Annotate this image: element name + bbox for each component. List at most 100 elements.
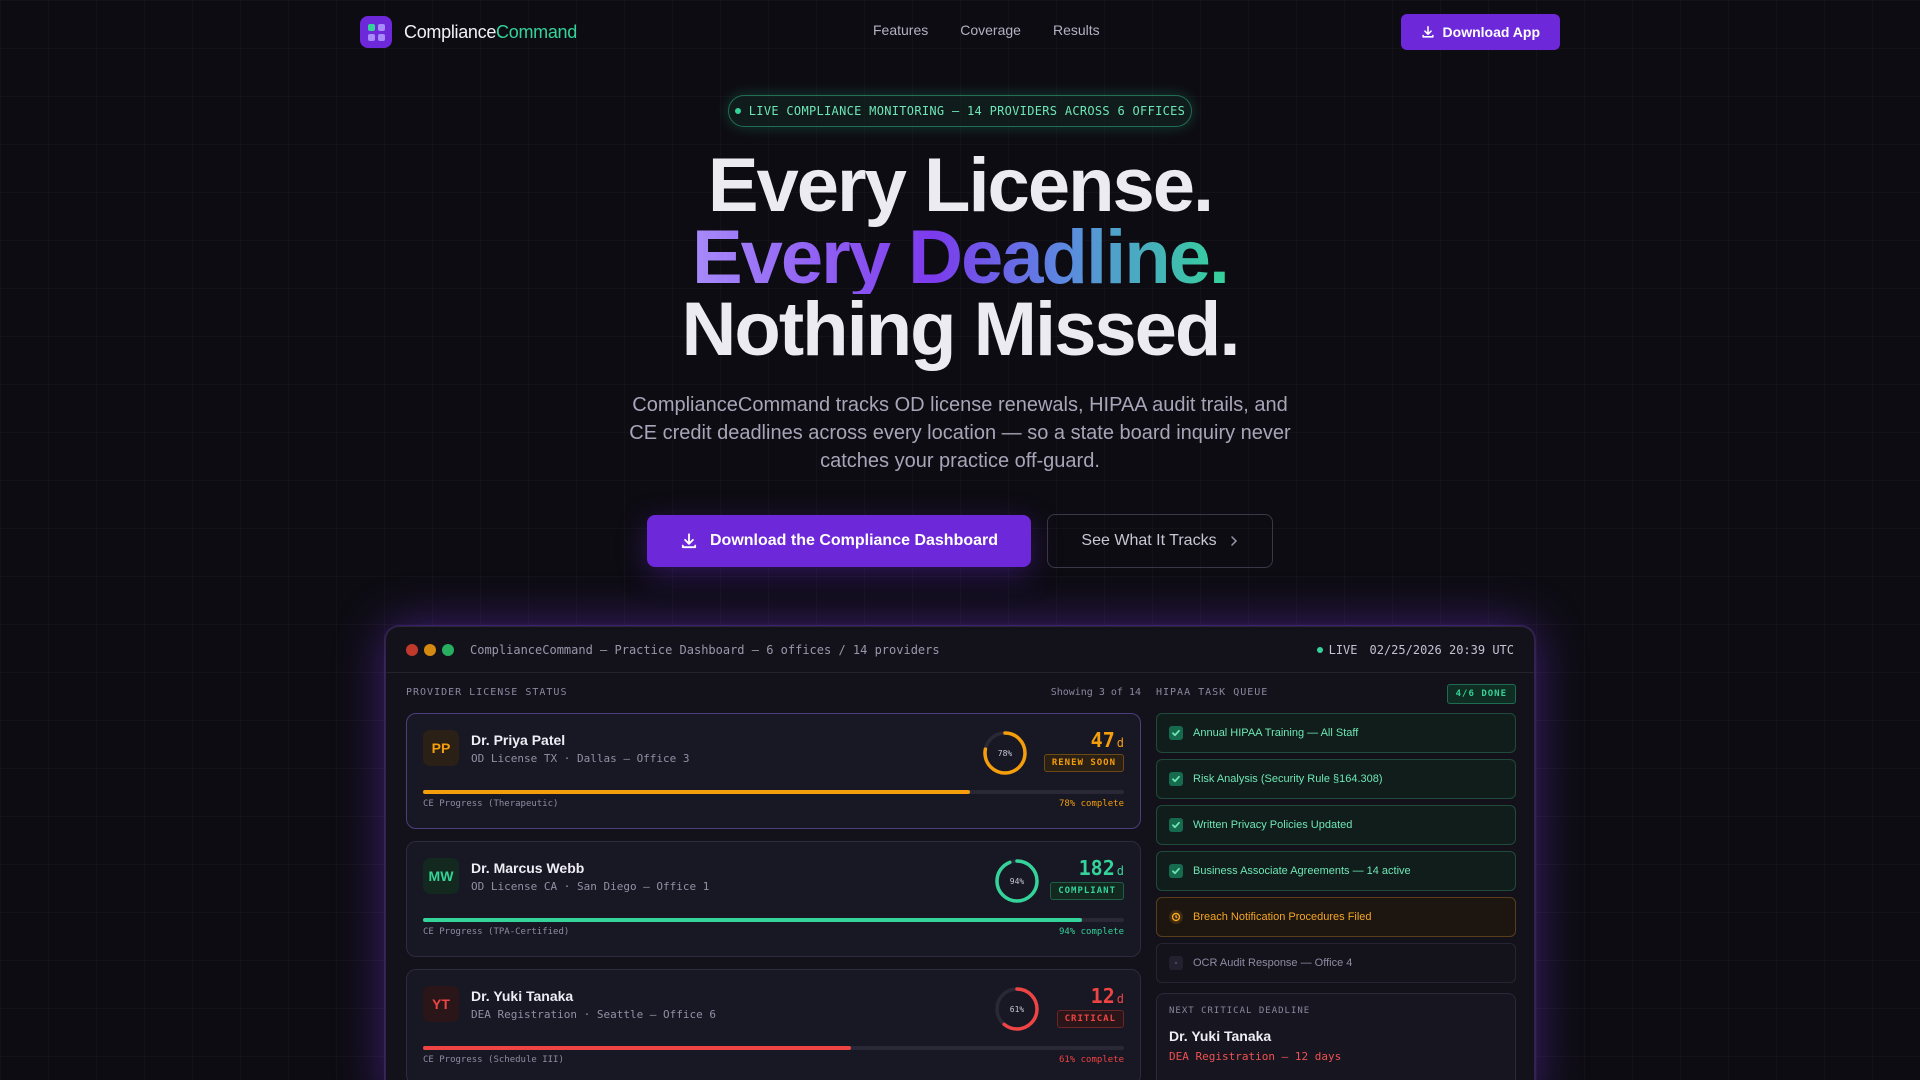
download-dashboard-button[interactable]: Download the Compliance Dashboard bbox=[647, 515, 1031, 567]
hipaa-section-header: HIPAA TASK QUEUE 4/6 DONE bbox=[1156, 684, 1516, 704]
download-icon bbox=[1421, 25, 1434, 38]
hipaa-task[interactable]: Business Associate Agreements — 14 activ… bbox=[1156, 851, 1516, 891]
provider-card[interactable]: MW Dr. Marcus Webb OD License CA · San Die… bbox=[406, 841, 1141, 957]
headline-line-1: Every License. bbox=[707, 143, 1214, 228]
ring-label: 78% bbox=[998, 749, 1013, 758]
progress-ring: 61% bbox=[995, 987, 1039, 1031]
task-label: Business Associate Agreements — 14 activ… bbox=[1193, 865, 1411, 877]
checkbox-checked-icon[interactable] bbox=[1169, 818, 1183, 832]
checkbox-checked-icon[interactable] bbox=[1169, 864, 1183, 878]
days-remaining: 182 d bbox=[1078, 856, 1124, 880]
logo-icon bbox=[360, 16, 392, 48]
maximize-dot-icon[interactable] bbox=[442, 643, 454, 656]
live-label: LIVE bbox=[1328, 642, 1358, 657]
live-dot-icon bbox=[734, 108, 741, 114]
dashboard-titlebar: ComplianceCommand — Practice Dashboard —… bbox=[386, 627, 1534, 673]
task-label: Annual HIPAA Training — All Staff bbox=[1193, 727, 1359, 739]
avatar: MW bbox=[423, 858, 459, 894]
download-dashboard-label: Download the Compliance Dashboard bbox=[709, 532, 999, 549]
task-label: OCR Audit Response — Office 4 bbox=[1193, 957, 1353, 969]
checkbox-checked-icon[interactable] bbox=[1169, 726, 1183, 740]
hipaa-task[interactable]: OCR Audit Response — Office 4 bbox=[1156, 943, 1516, 983]
checkbox-checked-icon[interactable] bbox=[1169, 772, 1183, 786]
ce-progress-bar bbox=[423, 918, 1124, 922]
days-remaining: 12 d bbox=[1090, 984, 1124, 1008]
next-deadline-label: NEXT CRITICAL DEADLINE bbox=[1169, 1006, 1311, 1016]
dashboard-preview: ComplianceCommand — Practice Dashboard —… bbox=[385, 626, 1535, 1080]
brand-name: ComplianceCommand bbox=[404, 21, 577, 42]
hipaa-task[interactable]: Risk Analysis (Security Rule §164.308) bbox=[1156, 759, 1516, 799]
pill-text: LIVE COMPLIANCE MONITORING — 14 PROVIDER… bbox=[748, 104, 1186, 118]
headline-line-3: Nothing Missed. bbox=[681, 287, 1241, 372]
ce-progress-percent: 94% complete bbox=[1058, 927, 1124, 937]
status-badge: CRITICAL bbox=[1056, 1010, 1124, 1028]
timestamp: 02/25/2026 20:39 UTC bbox=[1369, 642, 1515, 657]
progress-ring: 78% bbox=[983, 731, 1027, 775]
dashboard-title: ComplianceCommand — Practice Dashboard —… bbox=[470, 642, 940, 657]
download-app-label: Download App bbox=[1442, 24, 1540, 40]
provider-section-header: PROVIDER LICENSE STATUS Showing 3 of 14 bbox=[406, 687, 1141, 701]
provider-license-info: OD License CA · San Diego — Office 1 bbox=[471, 880, 710, 893]
see-what-it-tracks-button[interactable]: See What It Tracks bbox=[1047, 514, 1273, 568]
ce-progress-label: CE Progress (Therapeutic) bbox=[423, 799, 559, 809]
clock-warning-icon[interactable] bbox=[1169, 910, 1183, 924]
provider-license-info: DEA Registration · Seattle — Office 6 bbox=[471, 1008, 717, 1021]
status-badge: RENEW SOON bbox=[1043, 754, 1124, 772]
task-label: Breach Notification Procedures Filed bbox=[1193, 911, 1372, 923]
hipaa-task[interactable]: Breach Notification Procedures Filed bbox=[1156, 897, 1516, 937]
hipaa-task-panel: HIPAA TASK QUEUE 4/6 DONE Annual HIPAA T… bbox=[1156, 684, 1516, 1080]
provider-name: Dr. Yuki Tanaka bbox=[471, 988, 574, 1004]
ring-label: 61% bbox=[1010, 1005, 1025, 1014]
status-badge: COMPLIANT bbox=[1050, 882, 1124, 900]
hipaa-task[interactable]: Annual HIPAA Training — All Staff bbox=[1156, 713, 1516, 753]
checkbox-empty-icon[interactable] bbox=[1169, 956, 1183, 970]
avatar: YT bbox=[423, 986, 459, 1022]
nav-link-results[interactable]: Results bbox=[1053, 22, 1100, 38]
next-critical-deadline[interactable]: NEXT CRITICAL DEADLINE Dr. Yuki Tanaka D… bbox=[1156, 993, 1516, 1080]
ce-progress-label: CE Progress (TPA-Certified) bbox=[423, 927, 570, 937]
minimize-dot-icon[interactable] bbox=[424, 643, 436, 656]
progress-ring: 94% bbox=[995, 859, 1039, 903]
ce-progress-percent: 61% complete bbox=[1058, 1055, 1124, 1065]
hero-headline: Every License. Every Deadline. Nothing M… bbox=[0, 143, 1920, 372]
ce-progress-fill bbox=[423, 790, 970, 794]
ce-progress-percent: 78% complete bbox=[1058, 799, 1124, 809]
headline-line-2: Every Deadline. bbox=[691, 215, 1230, 300]
nav-link-features[interactable]: Features bbox=[873, 22, 928, 38]
hipaa-heading: HIPAA TASK QUEUE bbox=[1156, 687, 1269, 698]
ce-progress-fill bbox=[423, 918, 1082, 922]
days-remaining: 47 d bbox=[1090, 728, 1124, 752]
next-deadline-detail: DEA Registration — 12 days bbox=[1169, 1050, 1342, 1063]
top-nav: ComplianceCommand Features Coverage Resu… bbox=[0, 0, 1920, 64]
ring-label: 94% bbox=[1010, 877, 1025, 886]
hero-subtitle: ComplianceCommand tracks OD license rene… bbox=[629, 394, 1291, 472]
nav-links: Features Coverage Results bbox=[873, 22, 1100, 38]
live-monitoring-pill: LIVE COMPLIANCE MONITORING — 14 PROVIDER… bbox=[728, 95, 1192, 127]
ce-progress-bar bbox=[423, 1046, 1124, 1050]
download-icon bbox=[681, 533, 697, 549]
brand-logo[interactable]: ComplianceCommand bbox=[360, 16, 577, 48]
task-label: Risk Analysis (Security Rule §164.308) bbox=[1193, 773, 1383, 785]
download-app-button[interactable]: Download App bbox=[1400, 14, 1560, 50]
provider-name: Dr. Marcus Webb bbox=[471, 860, 585, 876]
chevron-right-icon bbox=[1230, 536, 1237, 546]
provider-name: Dr. Priya Patel bbox=[471, 732, 566, 748]
provider-card[interactable]: YT Dr. Yuki Tanaka DEA Registration · Seat… bbox=[406, 969, 1141, 1080]
avatar: PP bbox=[423, 730, 459, 766]
live-indicator: LIVE 02/25/2026 20:39 UTC bbox=[1316, 642, 1515, 657]
task-label: Written Privacy Policies Updated bbox=[1193, 819, 1353, 831]
nav-link-coverage[interactable]: Coverage bbox=[960, 22, 1021, 38]
next-deadline-provider: Dr. Yuki Tanaka bbox=[1169, 1028, 1272, 1044]
ce-progress-fill bbox=[423, 1046, 851, 1050]
close-dot-icon[interactable] bbox=[406, 643, 418, 656]
hipaa-task[interactable]: Written Privacy Policies Updated bbox=[1156, 805, 1516, 845]
ce-progress-label: CE Progress (Schedule III) bbox=[423, 1055, 564, 1065]
tasks-done-badge: 4/6 DONE bbox=[1446, 684, 1516, 704]
provider-license-panel: PROVIDER LICENSE STATUS Showing 3 of 14 … bbox=[406, 687, 1141, 1080]
providers-heading: PROVIDER LICENSE STATUS bbox=[406, 687, 568, 698]
see-what-it-tracks-label: See What It Tracks bbox=[1081, 532, 1217, 549]
provider-license-info: OD License TX · Dallas — Office 3 bbox=[471, 752, 690, 765]
live-dot-icon bbox=[1316, 646, 1323, 653]
ce-progress-bar bbox=[423, 790, 1124, 794]
provider-card[interactable]: PP Dr. Priya Patel OD License TX · Dallas … bbox=[406, 713, 1141, 829]
